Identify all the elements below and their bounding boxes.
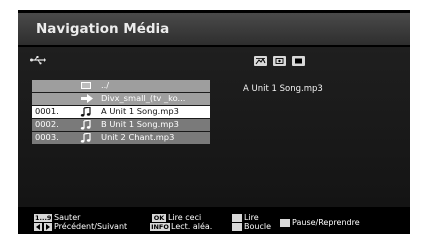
right-arrow-key-icon	[44, 223, 52, 231]
list-item-label: Unit 2 Chant.mp3	[101, 132, 175, 142]
info-key-badge: INFO	[150, 223, 170, 231]
page-title: Navigation Média	[36, 21, 170, 37]
list-item-file[interactable]: 0002. B Unit 1 Song.mp3	[32, 119, 210, 131]
list-item-file[interactable]: 0003. Unit 2 Chant.mp3	[32, 132, 210, 144]
usb-icon	[30, 56, 46, 65]
music-note-icon	[80, 107, 91, 117]
list-item-folder[interactable]: Divx_small_(tv _ko...	[32, 93, 210, 105]
digit-keys-badge: 1...9	[34, 214, 52, 222]
file-number: 0002.	[35, 119, 59, 129]
key-hint-bar: 1...9 Sauter Précédent/Suivant OK Lire c…	[18, 210, 410, 234]
list-item-label: B Unit 1 Song.mp3	[101, 119, 179, 129]
music-note-icon	[80, 120, 91, 130]
file-number: 0003.	[35, 132, 59, 142]
folder-arrow-icon	[81, 94, 93, 103]
title-bar: Navigation Média	[18, 13, 410, 45]
play-hint: Lire	[244, 213, 259, 222]
loop-key-swatch	[232, 223, 242, 231]
list-item-file[interactable]: 0001. A Unit 1 Song.mp3	[32, 106, 210, 118]
list-item-parent-folder[interactable]: ../	[32, 80, 210, 92]
media-mode-icons	[254, 56, 305, 66]
jump-hint: Sauter	[54, 213, 81, 222]
music-note-icon	[80, 133, 91, 143]
play-key-swatch	[232, 214, 242, 222]
now-playing-title: A Unit 1 Song.mp3	[243, 84, 323, 94]
ok-key-badge: OK	[152, 214, 166, 222]
pause-resume-hint: Pause/Reprendre	[292, 218, 360, 227]
file-number: 0001.	[35, 106, 59, 116]
prev-next-hint: Précédent/Suivant	[54, 222, 128, 231]
left-arrow-key-icon	[34, 223, 42, 231]
music-mode-icon[interactable]	[273, 56, 286, 66]
video-mode-icon[interactable]	[292, 56, 305, 66]
shuffle-hint: Lect. aléa.	[171, 222, 213, 231]
list-item-label: Divx_small_(tv _ko...	[101, 93, 186, 103]
list-item-label: ../	[101, 80, 110, 90]
photo-mode-icon[interactable]	[254, 56, 267, 66]
list-item-label: A Unit 1 Song.mp3	[101, 106, 179, 116]
file-list: ../ Divx_small_(tv _ko... 0001. A Unit 1…	[32, 80, 210, 145]
loop-hint: Boucle	[244, 222, 271, 231]
pause-key-swatch	[280, 219, 290, 227]
folder-up-icon	[81, 82, 91, 89]
play-this-hint: Lire ceci	[168, 213, 202, 222]
